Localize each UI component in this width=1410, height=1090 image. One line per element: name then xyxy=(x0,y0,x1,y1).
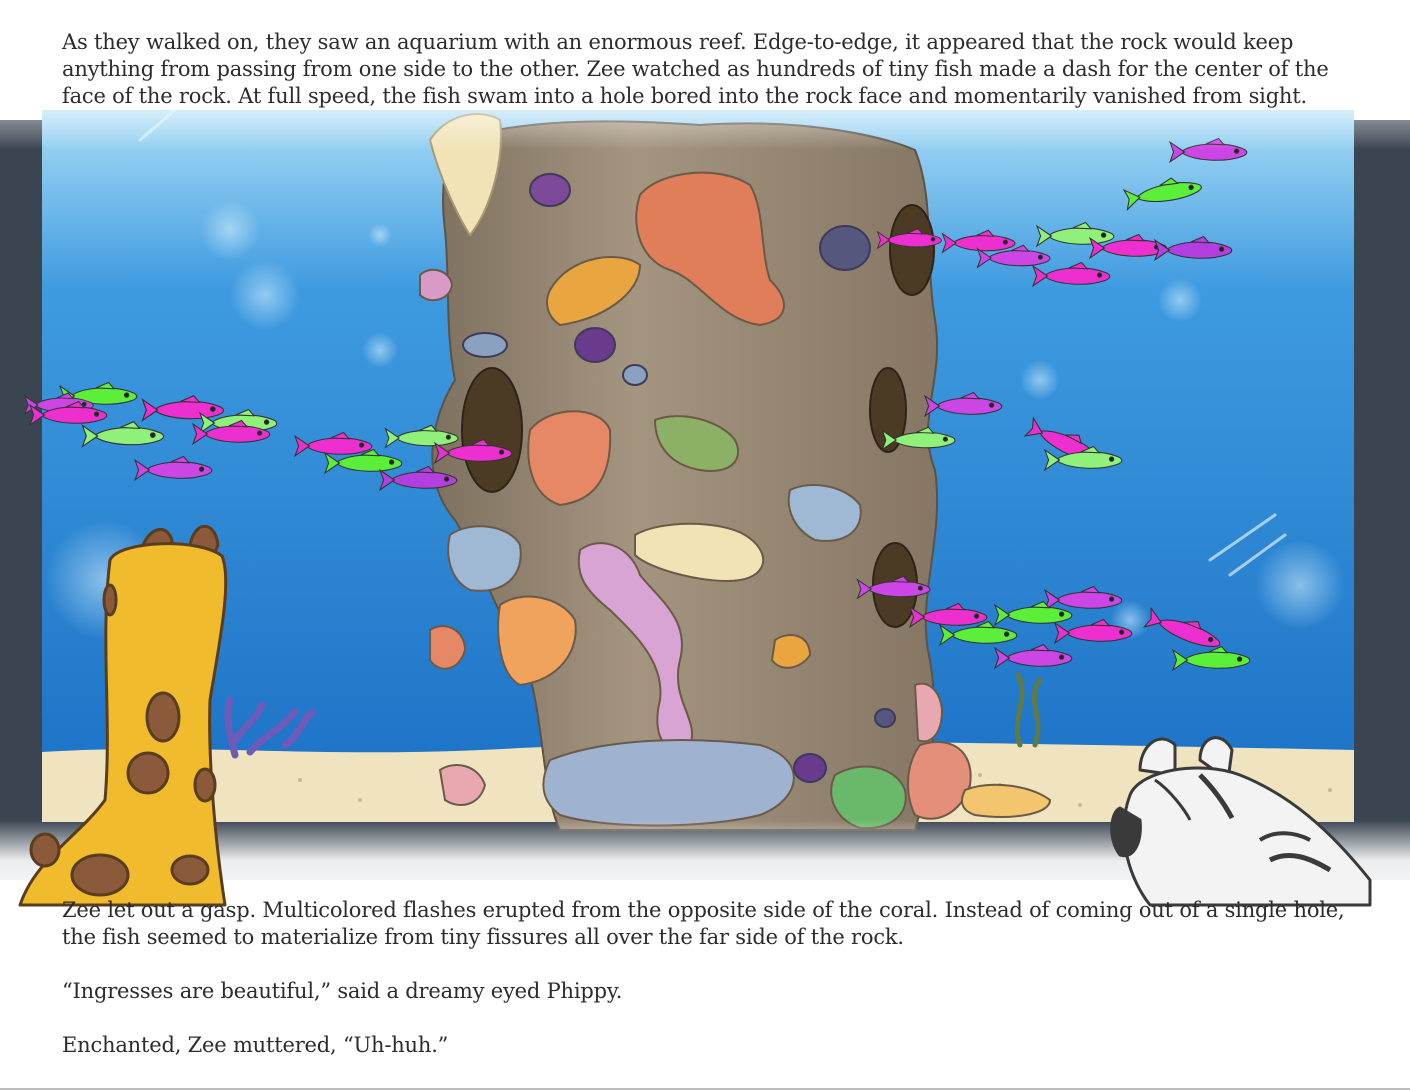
bottom-paragraphs: Zee let out a gasp. Multicolored flashes… xyxy=(62,897,1382,1059)
story-line: Zee let out a gasp. Multicolored flashes… xyxy=(62,898,1345,922)
story-line: face of the rock. At full speed, the fis… xyxy=(62,84,1307,108)
storybook-page: As they walked on, they saw an aquarium … xyxy=(0,0,1410,1090)
story-line: As they walked on, they saw an aquarium … xyxy=(62,30,1294,54)
story-line: anything from passing from one side to t… xyxy=(62,57,1329,81)
quote-line: “Ingresses are beautiful,” said a dreamy… xyxy=(62,979,623,1003)
closing-line: Enchanted, Zee muttered, “Uh-huh.” xyxy=(62,1033,449,1057)
top-paragraph: As they walked on, they saw an aquarium … xyxy=(62,29,1362,110)
story-line: the fish seemed to materialize from tiny… xyxy=(62,925,904,949)
